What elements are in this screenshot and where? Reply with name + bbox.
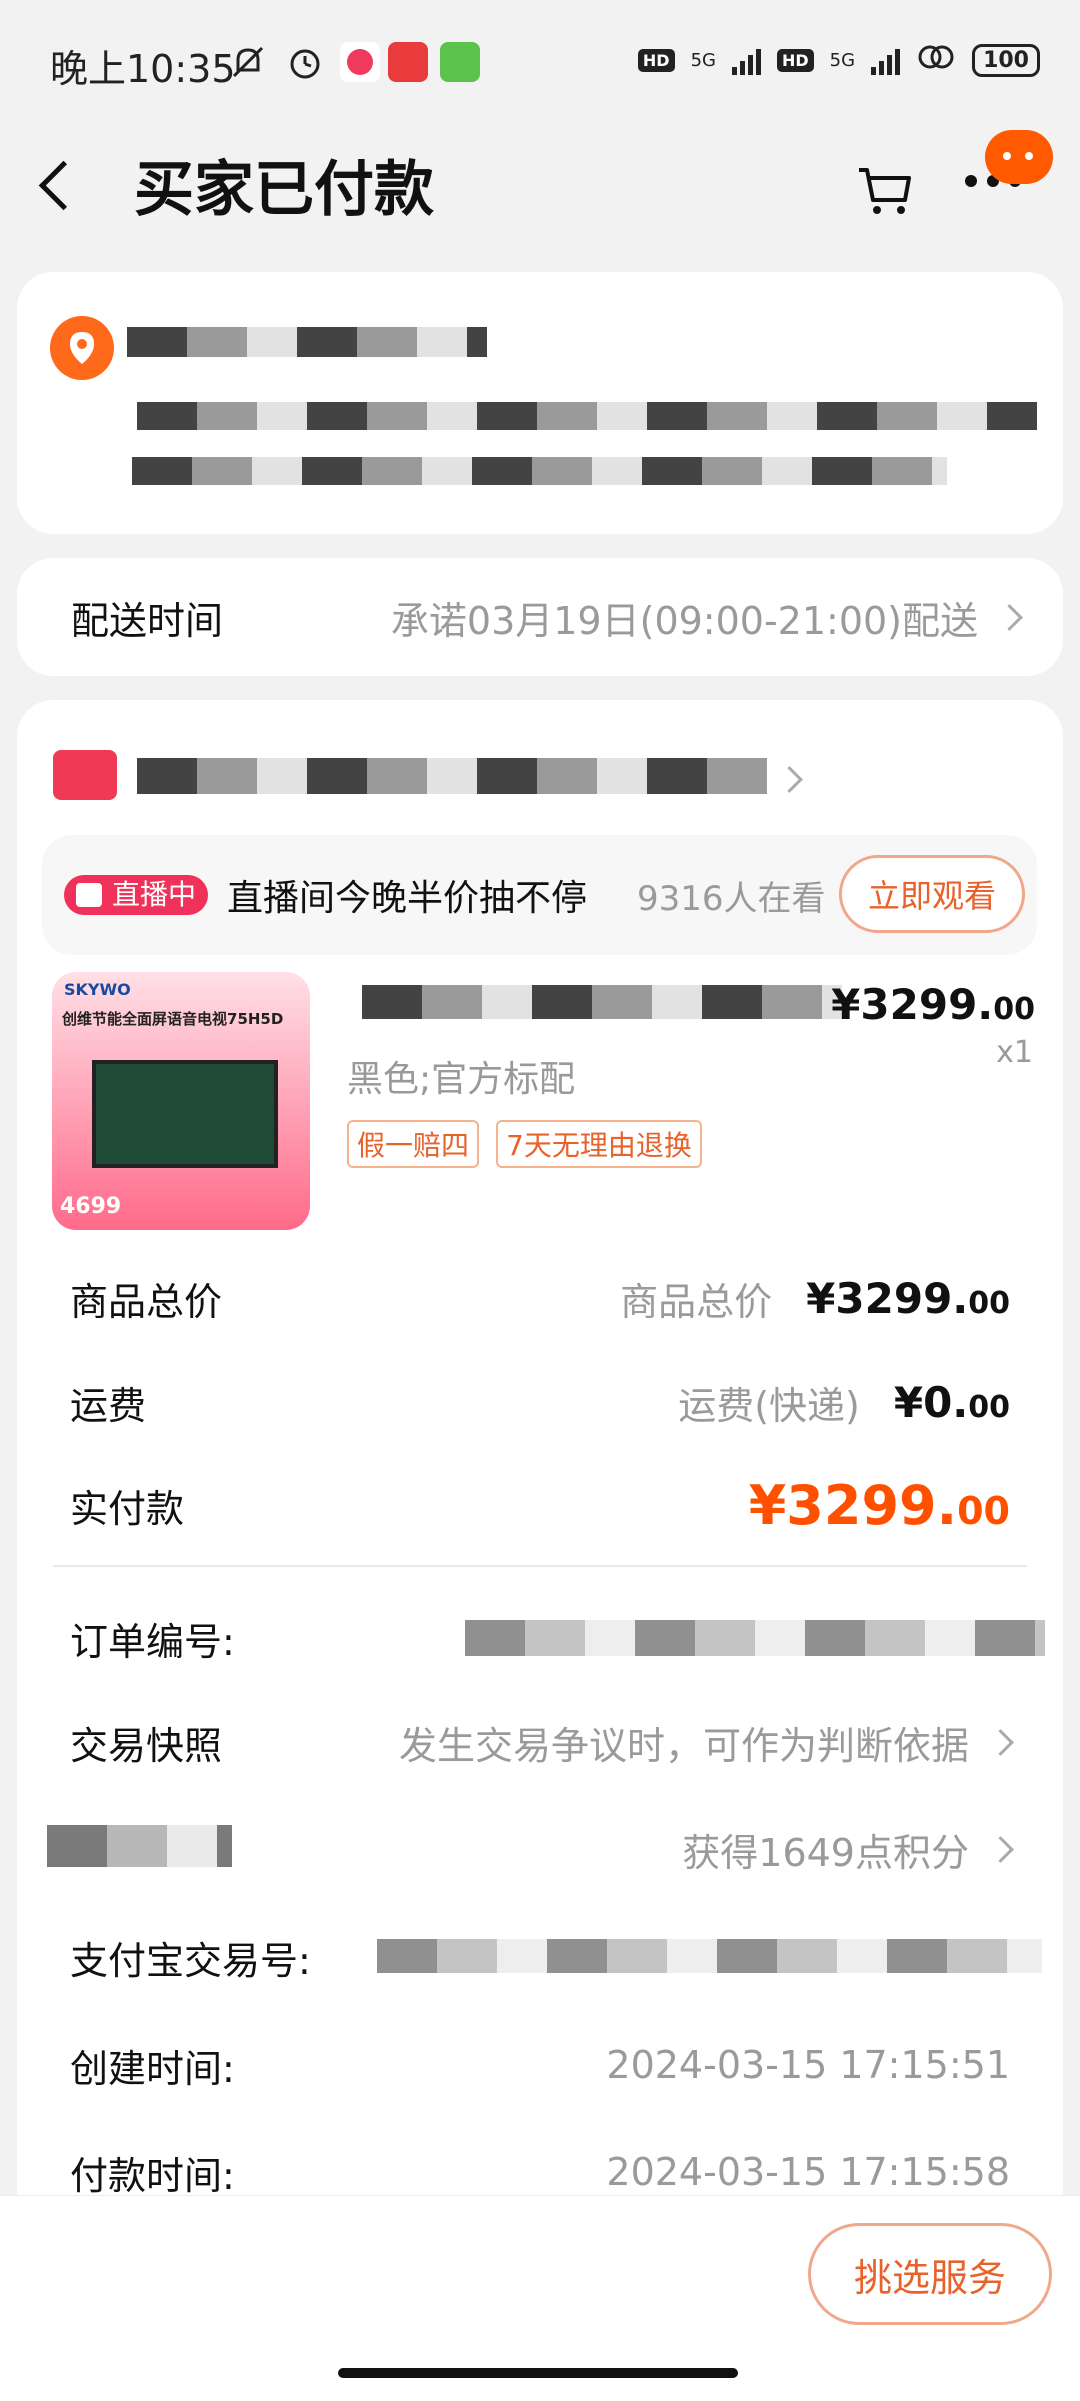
back-icon[interactable] — [38, 160, 89, 211]
shipping-sub: 运费(快递) — [678, 1383, 860, 1428]
hotspot-icon — [916, 42, 956, 78]
snapshot-label: 交易快照 — [70, 1723, 223, 1768]
location-icon — [50, 316, 114, 380]
mute-icon — [228, 42, 268, 82]
snapshot-value-text: 发生交易争议时，可作为判断依据 — [398, 1723, 969, 1768]
network-label-2: 5G — [829, 49, 856, 71]
shop-name-redacted[interactable] — [137, 758, 767, 794]
nav-header: 买家已付款 — [0, 130, 1080, 250]
watch-live-button[interactable]: 立即观看 — [839, 855, 1025, 933]
goods-total-decimal: 00 — [968, 1285, 1010, 1321]
product-image-tv — [92, 1060, 278, 1168]
paid-main: ¥3299. — [748, 1473, 958, 1537]
music-app-icon — [388, 42, 428, 82]
live-badge: 直播中 — [64, 875, 209, 915]
battery-icon: 100 — [972, 43, 1040, 77]
address-line-2-redacted — [132, 457, 947, 485]
product-price-decimal: 00 — [993, 992, 1035, 1027]
shop-icon — [53, 750, 117, 800]
points-value-text: 获得1649点积分 — [682, 1830, 969, 1875]
alipay-no-redacted[interactable] — [377, 1939, 1042, 1973]
hd-badge: HD — [637, 48, 675, 72]
product-price: ¥3299.00 — [831, 980, 1035, 1029]
cart-icon[interactable] — [855, 160, 915, 220]
shipping-main: ¥0. — [893, 1377, 969, 1427]
order-no-redacted[interactable] — [465, 1620, 1045, 1656]
hd-badge-2: HD — [776, 48, 814, 72]
paid-decimal: 00 — [957, 1488, 1010, 1533]
shop-chevron-icon — [776, 766, 803, 793]
paid-price: ¥3299.00 — [749, 1474, 1010, 1537]
address-line-1-redacted — [137, 402, 1037, 430]
points-row[interactable]: 获得1649点积分 — [70, 1804, 1014, 1894]
signal-icon — [731, 45, 761, 75]
product-tags: 假一赔四 7天无理由退换 — [347, 1120, 714, 1168]
product-image-brand: SKYWO — [64, 980, 131, 999]
product-price-main: ¥3299. — [831, 980, 994, 1029]
goods-total-main: ¥3299. — [806, 1273, 969, 1323]
network-label: 5G — [690, 49, 716, 71]
product-image[interactable]: SKYWO 创维节能全面屏语音电视75H5D 4699 — [52, 972, 310, 1230]
goods-total-value: 商品总价 ¥3299.00 — [620, 1271, 1010, 1326]
points-value: 获得1649点积分 — [682, 1822, 1014, 1877]
snapshot-row[interactable]: 交易快照 发生交易争议时，可作为判断依据 — [70, 1697, 1014, 1787]
shipping-value: 运费(快递) ¥0.00 — [678, 1375, 1010, 1430]
status-right: HD 5G HD 5G 100 — [637, 42, 1040, 78]
product-image-title: 创维节能全面屏语音电视75H5D — [62, 1010, 284, 1028]
game-app-icon — [440, 42, 480, 82]
product-spec: 黑色;官方标配 — [347, 1059, 576, 1100]
address-card[interactable] — [17, 272, 1063, 534]
delivery-card[interactable]: 配送时间 承诺03月19日(09:00-21:00)配送 — [17, 558, 1063, 676]
paid-time-value: 2024-03-15 17:15:58 — [606, 2150, 1010, 2194]
chevron-right-icon — [987, 1728, 1014, 1756]
product-qty: x1 — [996, 1035, 1033, 1070]
status-time: 晚上10:35 — [50, 47, 236, 91]
shipping-label: 运费 — [70, 1383, 147, 1428]
product-title-redacted[interactable] — [362, 985, 842, 1019]
live-viewers: 9316人在看 — [637, 879, 826, 919]
live-badge-label: 直播中 — [112, 878, 197, 911]
status-bar: 晚上10:35 HD 5G HD 5G 100 — [0, 0, 1080, 130]
tag-fake-compensation: 假一赔四 — [347, 1120, 480, 1168]
live-text: 直播间今晚半价抽不停 — [227, 878, 588, 919]
app-notification-icon — [340, 42, 380, 82]
footer-bar: 挑选服务 — [0, 2195, 1080, 2401]
chevron-right-icon — [996, 603, 1023, 631]
paid-time-label: 付款时间: — [70, 2153, 235, 2198]
snapshot-value: 发生交易争议时，可作为判断依据 — [398, 1715, 1014, 1770]
delivery-value: 承诺03月19日(09:00-21:00)配送 — [390, 590, 1023, 645]
goods-total-price: ¥3299.00 — [806, 1274, 1010, 1323]
recipient-name-redacted — [127, 327, 487, 357]
shipping-decimal: 00 — [968, 1389, 1010, 1425]
created-label: 创建时间: — [70, 2046, 235, 2091]
live-badge-icon — [76, 883, 102, 907]
order-no-label: 订单编号: — [70, 1619, 235, 1664]
message-bubble-icon[interactable] — [985, 130, 1053, 184]
delivery-value-text: 承诺03月19日(09:00-21:00)配送 — [390, 598, 978, 643]
goods-total-label: 商品总价 — [70, 1279, 223, 1324]
shipping-price: ¥0.00 — [894, 1378, 1010, 1427]
goods-total-sub: 商品总价 — [620, 1279, 773, 1324]
chevron-right-icon — [987, 1835, 1014, 1863]
delivery-label: 配送时间 — [71, 598, 224, 643]
paid-value: ¥3299.00 — [749, 1474, 1010, 1537]
divider — [53, 1565, 1027, 1567]
product-image-price: 4699 — [60, 1194, 122, 1219]
choose-service-button[interactable]: 挑选服务 — [808, 2223, 1052, 2325]
paid-label: 实付款 — [70, 1486, 185, 1531]
home-indicator — [338, 2368, 738, 2378]
live-banner[interactable]: 直播中 直播间今晚半价抽不停 9316人在看 立即观看 — [42, 835, 1037, 955]
order-card: 直播中 直播间今晚半价抽不停 9316人在看 立即观看 SKYWO 创维节能全面… — [17, 700, 1063, 2400]
alarm-icon — [285, 42, 325, 82]
page-title: 买家已付款 — [134, 155, 434, 225]
created-value: 2024-03-15 17:15:51 — [606, 2043, 1010, 2087]
signal-icon-2 — [871, 45, 901, 75]
tag-return-policy: 7天无理由退换 — [496, 1120, 702, 1168]
alipay-label: 支付宝交易号: — [70, 1938, 311, 1983]
